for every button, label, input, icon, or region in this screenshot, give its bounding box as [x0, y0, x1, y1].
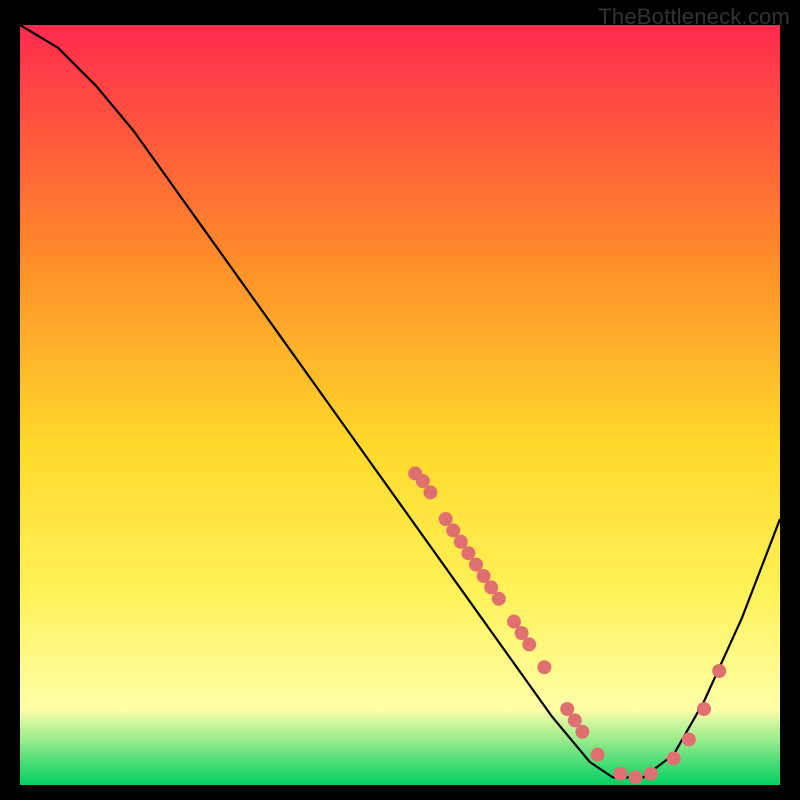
data-marker [439, 512, 453, 526]
data-marker [416, 474, 430, 488]
data-marker [537, 660, 551, 674]
data-marker [682, 732, 696, 746]
data-marker [522, 637, 536, 651]
data-marker [484, 580, 498, 594]
data-marker [454, 535, 468, 549]
watermark-text: TheBottleneck.com [598, 4, 790, 30]
data-marker [613, 767, 627, 781]
plot-area [20, 25, 780, 785]
data-marker [697, 702, 711, 716]
plot-svg [20, 25, 780, 785]
data-marker [575, 725, 589, 739]
data-marker [644, 767, 658, 781]
data-marker [712, 664, 726, 678]
data-marker [629, 770, 643, 784]
data-marker [477, 569, 491, 583]
data-marker [507, 615, 521, 629]
data-marker [591, 748, 605, 762]
data-marker [560, 702, 574, 716]
data-marker [446, 523, 460, 537]
data-marker [568, 713, 582, 727]
data-marker [515, 626, 529, 640]
data-marker [461, 546, 475, 560]
gradient-background [20, 25, 780, 785]
data-marker [667, 751, 681, 765]
data-marker [469, 558, 483, 572]
data-marker [492, 592, 506, 606]
chart-stage: TheBottleneck.com [0, 0, 800, 800]
data-marker [423, 485, 437, 499]
